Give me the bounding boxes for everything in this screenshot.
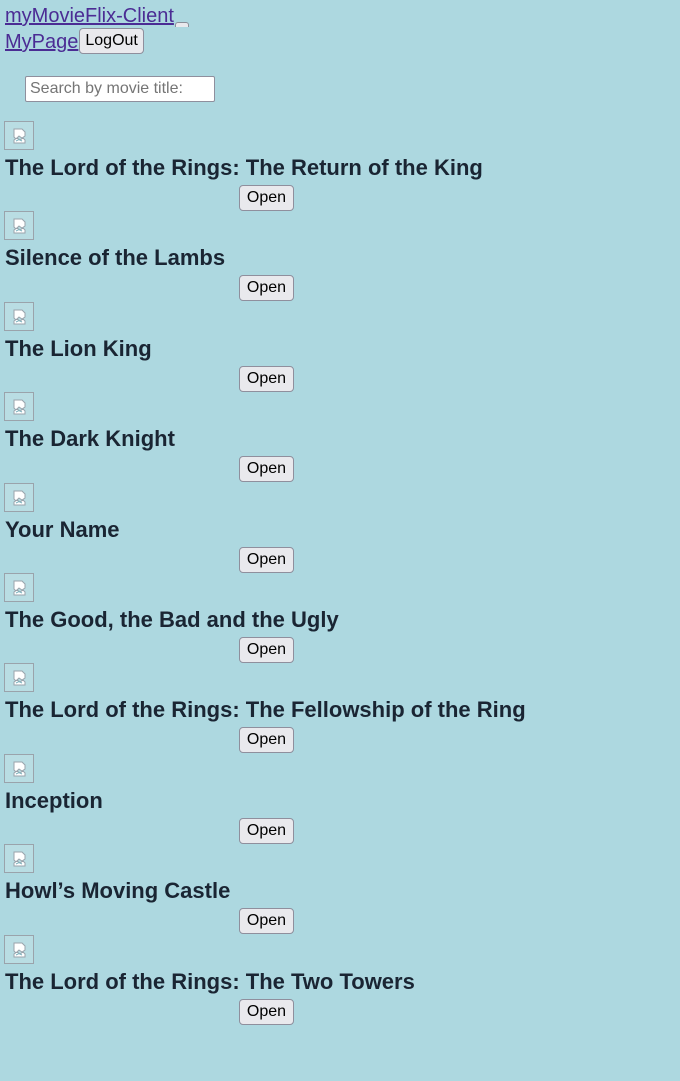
open-movie-button[interactable]: Open: [239, 365, 294, 392]
broken-image-icon: [4, 392, 34, 422]
broken-image-icon: [4, 844, 34, 874]
broken-image-icon: [4, 121, 34, 150]
movie-card: Silence of the Lambs Open: [4, 211, 680, 302]
movie-title: The Dark Knight: [5, 426, 175, 452]
movie-title: The Lord of the Rings: The Two Towers: [5, 968, 415, 994]
broken-image-icon: [4, 572, 34, 602]
open-movie-button[interactable]: Open: [239, 727, 294, 754]
broken-image-icon: [4, 934, 34, 964]
movie-card: The Lord of the Rings: The Return of the…: [4, 121, 680, 211]
movie-card: Your Name Open: [4, 482, 680, 573]
open-movie-button[interactable]: Open: [239, 456, 294, 483]
open-movie-button[interactable]: Open: [239, 908, 294, 935]
open-movie-button[interactable]: Open: [239, 817, 294, 844]
movie-title: Your Name: [5, 516, 120, 542]
movie-title: Inception: [5, 787, 103, 813]
search-bar: [0, 54, 680, 104]
navbar-toggler-button[interactable]: [174, 22, 189, 27]
nav-row-bottom: MyPage LogOut: [5, 28, 680, 54]
movie-title: The Good, the Bad and the Ugly: [5, 606, 339, 632]
movie-card: The Lion King Open: [4, 301, 680, 392]
nav-row-top: myMovieFlix-Client: [5, 4, 680, 28]
open-movie-button[interactable]: Open: [239, 636, 294, 663]
search-input[interactable]: [25, 76, 215, 102]
brand-link[interactable]: myMovieFlix-Client: [5, 4, 174, 28]
movie-title: The Lion King: [5, 335, 152, 361]
broken-image-icon: [4, 301, 34, 331]
movie-title: Silence of the Lambs: [5, 245, 226, 271]
open-movie-button[interactable]: Open: [239, 546, 294, 573]
movie-card: The Good, the Bad and the Ugly Open: [4, 572, 680, 663]
broken-image-icon: [4, 211, 34, 241]
logout-button[interactable]: LogOut: [79, 28, 144, 54]
open-movie-button[interactable]: Open: [239, 185, 294, 211]
broken-image-icon: [4, 753, 34, 783]
mypage-link[interactable]: MyPage: [5, 30, 78, 54]
movie-card: The Dark Knight Open: [4, 392, 680, 483]
broken-image-icon: [4, 482, 34, 512]
movie-card: Inception Open: [4, 753, 680, 844]
movie-title: The Lord of the Rings: The Fellowship of…: [5, 697, 526, 723]
movie-card: The Lord of the Rings: The Two Towers Ope…: [4, 934, 680, 1025]
movie-list: The Lord of the Rings: The Return of the…: [0, 121, 680, 1025]
open-movie-button[interactable]: Open: [239, 275, 294, 302]
broken-image-icon: [4, 663, 34, 693]
movie-title: The Lord of the Rings: The Return of the…: [5, 155, 483, 180]
open-movie-button[interactable]: Open: [239, 998, 294, 1025]
movie-title: Howl’s Moving Castle: [5, 878, 231, 904]
movie-card: The Lord of the Rings: The Fellowship of…: [4, 663, 680, 754]
movie-card: Howl’s Moving Castle Open: [4, 844, 680, 935]
navbar: myMovieFlix-Client MyPage LogOut: [0, 0, 680, 54]
